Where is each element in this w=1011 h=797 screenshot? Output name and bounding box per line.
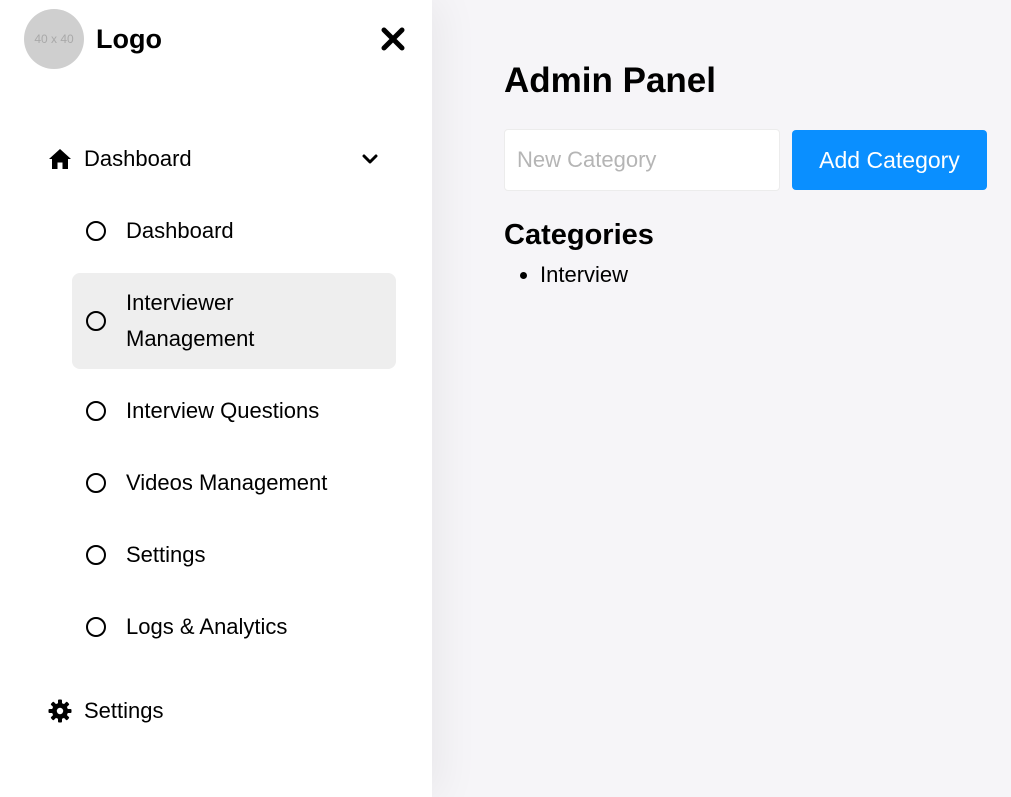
home-icon [49, 149, 71, 169]
sidebar: 40 x 40 Logo Dashboard Dashboard Intervi [0, 0, 432, 797]
sidebar-item-interview-questions[interactable]: Interview Questions [72, 393, 396, 429]
circle-icon [86, 545, 106, 565]
logo-text: Logo [96, 24, 162, 54]
chevron-down-icon[interactable] [362, 152, 378, 166]
close-sidebar-button[interactable] [380, 26, 406, 52]
sidebar-item-label: Logs & Analytics [126, 614, 288, 639]
sidebar-item-label: Settings [126, 542, 206, 567]
circle-icon [86, 221, 106, 241]
circle-icon [86, 473, 106, 493]
page-title: Admin Panel [504, 61, 716, 100]
sidebar-item-dashboard[interactable]: Dashboard [72, 213, 396, 249]
sidebar-item-label: Interview Questions [126, 398, 320, 423]
categories-list: Interview [540, 258, 628, 292]
list-item: Interview [540, 258, 628, 292]
sidebar-item-label: Dashboard [126, 218, 234, 243]
gear-icon [48, 699, 72, 723]
app-root: 40 x 40 Logo Dashboard Dashboard Intervi [0, 0, 1011, 797]
avatar: 40 x 40 [24, 9, 84, 69]
sidebar-item-label: Settings [84, 698, 164, 723]
close-icon [381, 27, 405, 51]
sidebar-item-logs-analytics[interactable]: Logs & Analytics [72, 609, 396, 645]
sidebar-item-interviewer-management[interactable]: Interviewer Management [72, 273, 396, 369]
sidebar-item-dashboard-group[interactable]: Dashboard [48, 141, 388, 177]
sidebar-header: 40 x 40 Logo [0, 0, 432, 80]
main-content: Admin Panel Add Category Categories Inte… [432, 0, 1011, 797]
sidebar-item-label-line2: Management [126, 326, 255, 351]
new-category-input[interactable] [504, 129, 780, 191]
add-category-button[interactable]: Add Category [792, 130, 987, 190]
sidebar-item-settings-sub[interactable]: Settings [72, 537, 396, 573]
sidebar-item-settings[interactable]: Settings [48, 693, 388, 729]
sidebar-item-label: Dashboard [84, 146, 192, 171]
sidebar-item-videos-management[interactable]: Videos Management [72, 465, 396, 501]
sidebar-item-label: Videos Management [126, 470, 328, 495]
circle-icon [86, 311, 106, 331]
categories-heading: Categories [504, 219, 654, 251]
circle-icon [86, 401, 106, 421]
circle-icon [86, 617, 106, 637]
sidebar-item-label-line1: Interviewer [126, 290, 234, 315]
